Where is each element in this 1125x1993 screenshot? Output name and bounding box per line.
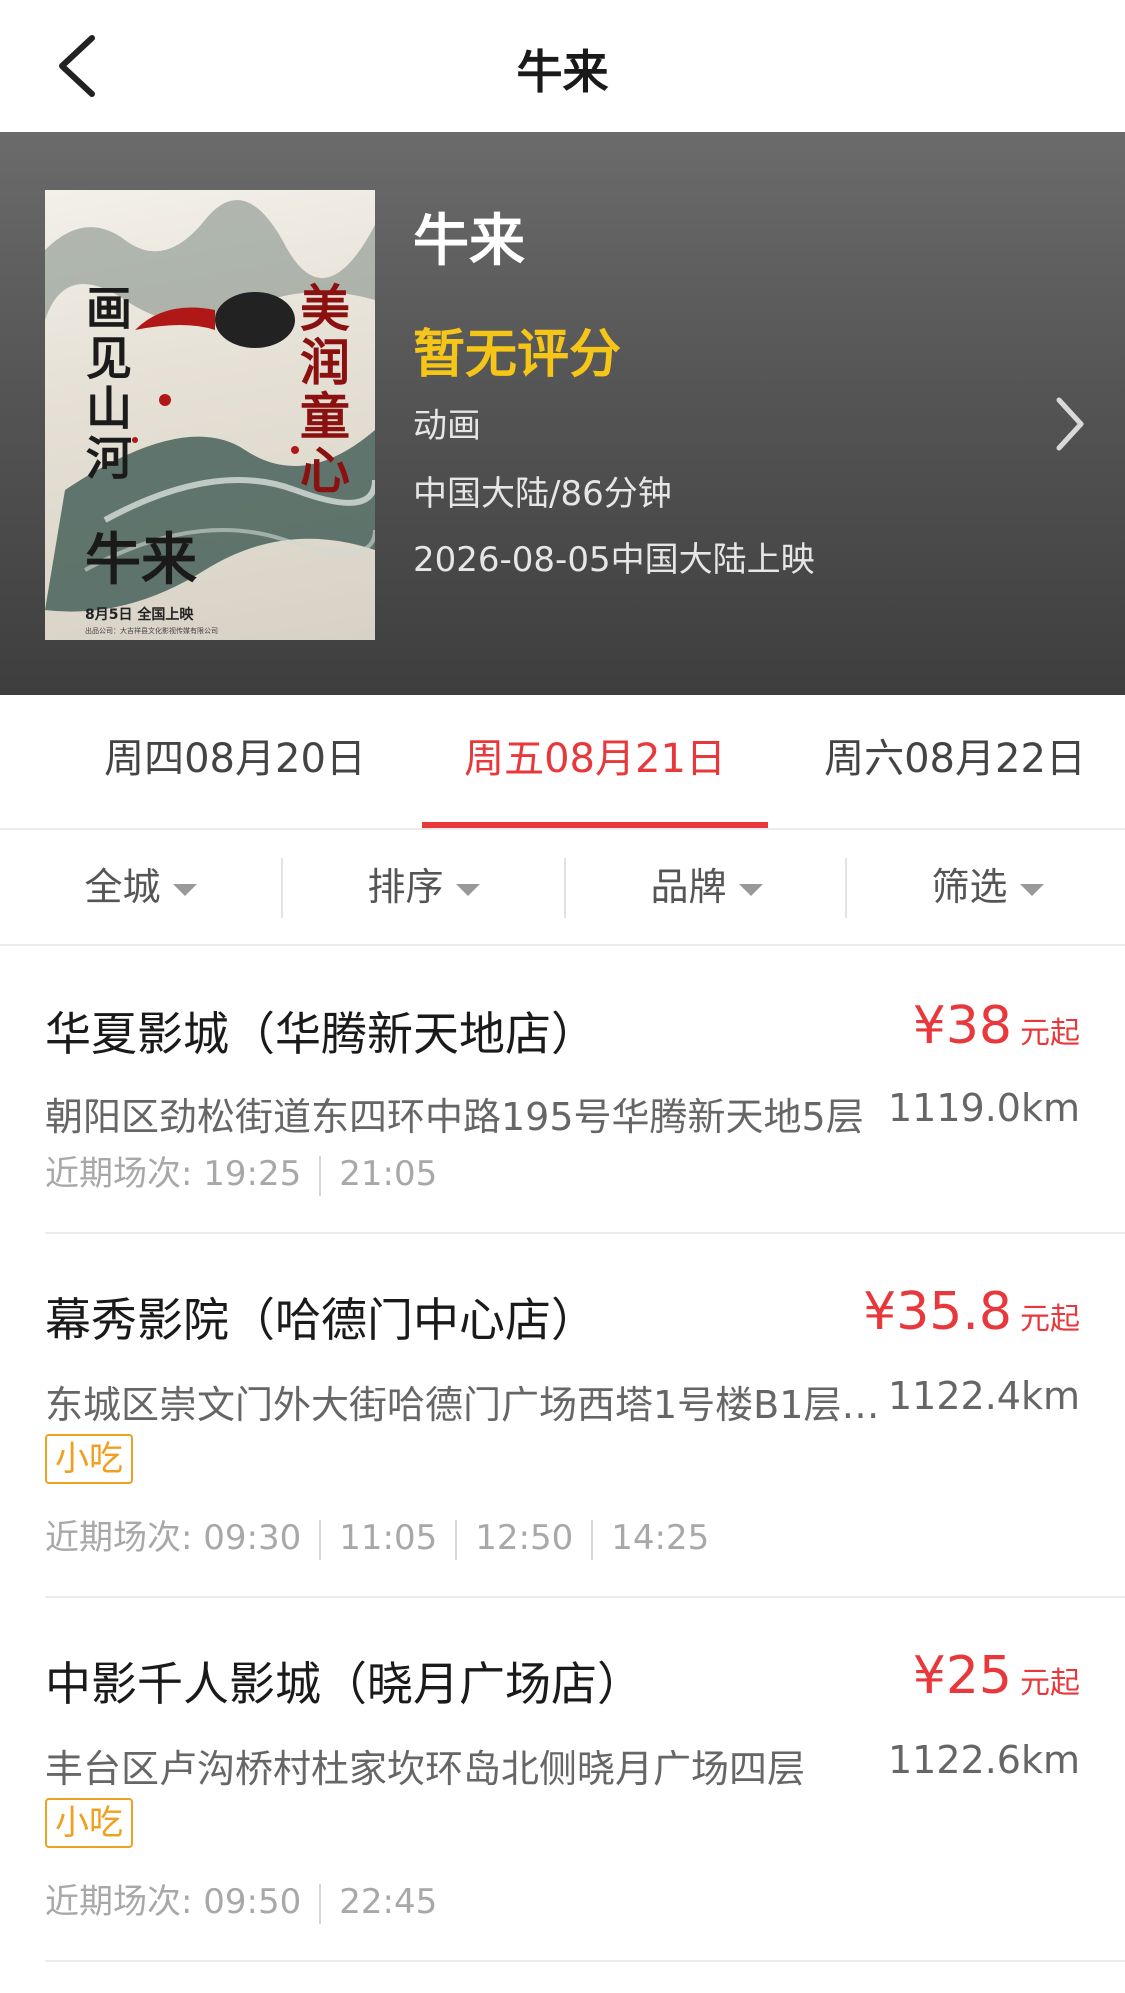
movie-region-duration: 中国大陆/86分钟 <box>413 474 672 514</box>
snack-tag: 小吃 <box>45 1798 133 1848</box>
movie-genre: 动画 <box>413 406 481 446</box>
price-value: ¥25 <box>912 1646 1012 1706</box>
price-unit: 元起 <box>1020 1302 1080 1337</box>
filter-city-label: 全城 <box>84 865 161 909</box>
cinema-distance: 1122.4km <box>888 1374 1080 1418</box>
price-value: ¥38 <box>912 996 1012 1056</box>
cinema-distance: 1122.6km <box>888 1738 1080 1782</box>
price-unit: 元起 <box>1020 1016 1080 1051</box>
filter-sort-label: 排序 <box>367 865 444 909</box>
divider <box>319 1883 322 1924</box>
cinema-price: ¥35.8 元起 <box>863 1282 1080 1342</box>
showtime: 14:25 <box>611 1518 710 1558</box>
filter-more-label: 筛选 <box>931 865 1008 909</box>
cinema-item[interactable]: 幕秀影院（哈德门中心店） ¥35.8 元起 东城区崇文门外大街哈德门广场西塔1号楼… <box>45 1234 1125 1598</box>
showtimes-label: 近期场次: <box>45 1518 204 1558</box>
divider <box>319 1519 322 1560</box>
showtimes: 近期场次: 09:30 11:05 12:50 14:25 <box>45 1510 709 1560</box>
showtimes: 近期场次: 19:25 21:05 <box>45 1146 437 1196</box>
caret-down-icon <box>738 883 763 896</box>
movie-rating: 暂无评分 <box>413 325 622 385</box>
poster-credits: 出品公司：大吉祥县文化影视传媒有限公司 <box>85 627 218 635</box>
cinema-address: 东城区崇文门外大街哈德门广场西塔1号楼B1层1… <box>45 1383 900 1427</box>
divider <box>455 1519 458 1560</box>
filter-bar: 全城 排序 品牌 筛选 <box>0 830 1125 946</box>
filter-brand[interactable]: 品牌 <box>566 830 847 944</box>
tab-date-0820[interactable]: 周四08月20日 <box>60 695 410 828</box>
cinema-address: 朝阳区劲松街道东四环中路195号华腾新天地5层 <box>45 1095 864 1139</box>
filter-more[interactable]: 筛选 <box>847 830 1125 944</box>
cinema-price: ¥38 元起 <box>913 996 1080 1056</box>
cinema-item[interactable]: 华夏影城（华腾新天地店） ¥38 元起 朝阳区劲松街道东四环中路195号华腾新天地… <box>45 946 1125 1234</box>
caret-down-icon <box>1019 883 1044 896</box>
cinema-name: 幕秀影院（哈德门中心店） <box>45 1293 597 1347</box>
cinema-price: ¥25 元起 <box>913 1646 1080 1706</box>
showtimes: 近期场次: 09:50 22:45 <box>45 1874 437 1924</box>
tab-date-0822[interactable]: 周六08月22日 <box>790 695 1120 828</box>
showtime: 11:05 <box>339 1518 438 1558</box>
showtime: 21:05 <box>339 1154 438 1194</box>
chevron-right-icon[interactable] <box>1053 394 1087 454</box>
divider <box>591 1519 594 1560</box>
snack-tag: 小吃 <box>45 1434 133 1484</box>
filter-brand-label: 品牌 <box>650 865 727 909</box>
showtimes-label: 近期场次: <box>45 1154 204 1194</box>
showtime: 19:25 <box>203 1154 302 1194</box>
showtime: 09:30 <box>203 1518 302 1558</box>
movie-title: 牛来 <box>413 209 525 274</box>
showtime: 12:50 <box>475 1518 574 1558</box>
poster-left-text: 画见山河 <box>79 284 133 484</box>
movie-poster: 画见山河 美润童心 牛来 8月5日 全国上映 出品公司：大吉祥县文化影视传媒有限… <box>45 190 375 640</box>
page-title: 牛来 <box>516 45 609 99</box>
cinema-name: 中影千人影城（晓月广场店） <box>45 1657 643 1711</box>
cinema-distance: 1119.0km <box>888 1086 1080 1130</box>
poster-date: 8月5日 全国上映 <box>85 607 194 623</box>
filter-sort[interactable]: 排序 <box>283 830 564 944</box>
nav-bar: 牛来 <box>0 0 1125 132</box>
poster-right-text: 美润童心 <box>292 282 351 498</box>
cinema-address: 丰台区卢沟桥村杜家坎环岛北侧晓月广场四层 <box>45 1747 806 1791</box>
movie-header[interactable]: 画见山河 美润童心 牛来 8月5日 全国上映 出品公司：大吉祥县文化影视传媒有限… <box>0 132 1125 695</box>
active-tab-underline <box>422 822 768 828</box>
filter-city[interactable]: 全城 <box>0 830 281 944</box>
price-value: ¥35.8 <box>863 1282 1012 1342</box>
caret-down-icon <box>455 883 480 896</box>
cinema-name: 华夏影城（华腾新天地店） <box>45 1007 597 1061</box>
movie-release-date: 2026-08-05中国大陆上映 <box>413 540 815 580</box>
poster-title: 牛来 <box>85 527 197 593</box>
tab-date-0821[interactable]: 周五08月21日 <box>422 695 768 828</box>
cinema-item[interactable]: 中影千人影城（晓月广场店） ¥25 元起 丰台区卢沟桥村杜家坎环岛北侧晓月广场四层… <box>45 1598 1125 1962</box>
showtime: 09:50 <box>203 1882 302 1922</box>
showtimes-label: 近期场次: <box>45 1882 204 1922</box>
price-unit: 元起 <box>1020 1666 1080 1701</box>
divider <box>319 1155 322 1196</box>
date-tabs: 周四08月20日 周五08月21日 周六08月22日 <box>0 695 1125 830</box>
showtime: 22:45 <box>339 1882 438 1922</box>
caret-down-icon <box>172 883 197 896</box>
